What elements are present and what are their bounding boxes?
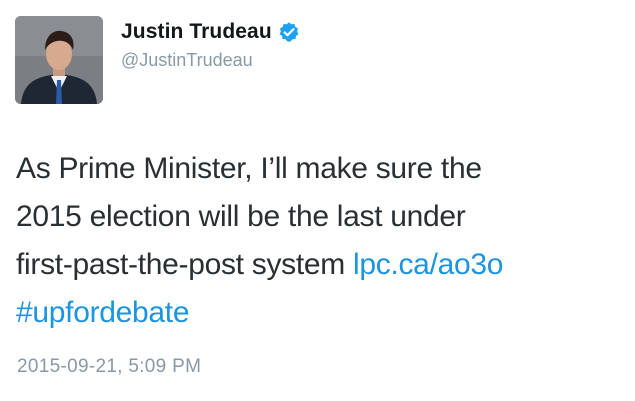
tweet-text-line-3-text: first-past-the-post system — [16, 248, 353, 281]
tweet-link[interactable]: lpc.ca/ao3o — [353, 248, 503, 281]
tweet-text-line-2: 2015 election will be the last under — [16, 200, 466, 233]
tweet-text-line-1: As Prime Minister, I’ll make sure the — [16, 152, 482, 185]
tweet-text-line-4: #upfordebate — [16, 289, 621, 337]
tweet-timestamp[interactable]: 2015-09-21, 5:09 PM — [17, 356, 201, 378]
hashtag-link[interactable]: #upfordebate — [16, 296, 190, 329]
tweet-text: As Prime Minister, I’ll make sure the 20… — [16, 145, 621, 337]
tweet-header: Justin Trudeau @JustinTrudeau — [121, 18, 300, 71]
display-name[interactable]: Justin Trudeau — [121, 20, 272, 44]
user-handle[interactable]: @JustinTrudeau — [121, 50, 300, 71]
tweet-card: Justin Trudeau @JustinTrudeau As Prime M… — [0, 0, 635, 401]
avatar[interactable] — [15, 16, 103, 104]
tweet-text-line-3: first-past-the-post system lpc.ca/ao3o — [16, 241, 621, 289]
name-row: Justin Trudeau — [121, 18, 300, 46]
profile-photo-icon — [15, 16, 103, 104]
verified-badge-icon — [278, 21, 300, 43]
